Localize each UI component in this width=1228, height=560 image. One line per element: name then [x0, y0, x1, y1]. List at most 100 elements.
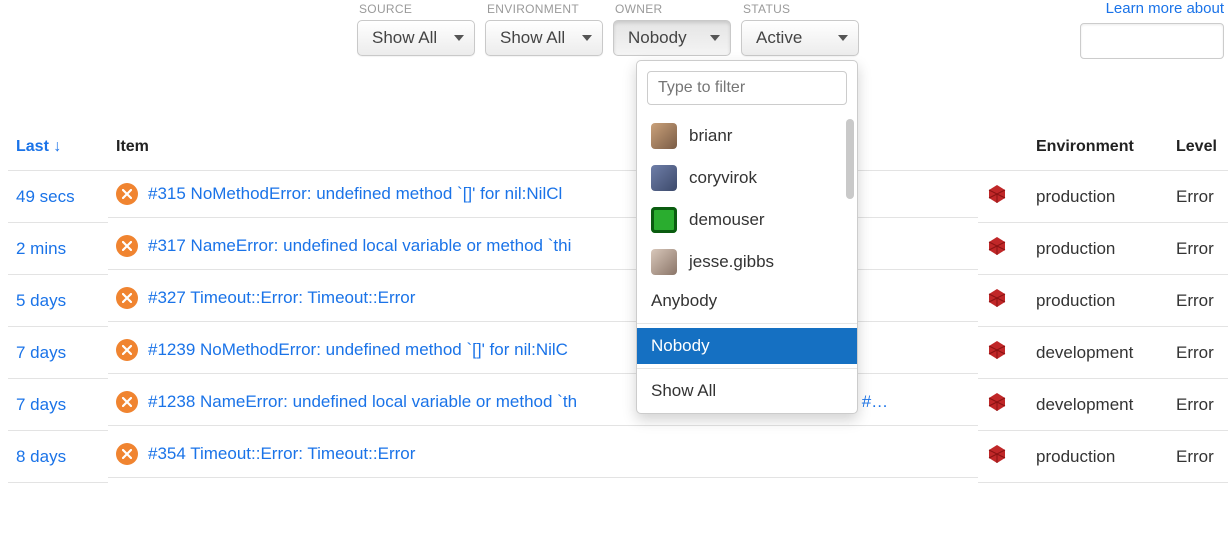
learn-more-link[interactable]: Learn more about: [1106, 0, 1224, 17]
owner-option-user[interactable]: demouser: [637, 199, 857, 241]
error-icon: [116, 443, 138, 465]
filter-label: STATUS: [743, 2, 859, 16]
owner-option-user[interactable]: jesse.gibbs: [637, 241, 857, 283]
row-language: [978, 171, 1028, 223]
avatar: [651, 123, 677, 149]
col-level[interactable]: Level: [1168, 128, 1228, 171]
table-row: 49 secs #315 NoMethodError: undefined met…: [8, 171, 1228, 223]
filter-label: SOURCE: [359, 2, 475, 16]
owner-select[interactable]: Nobody: [613, 20, 731, 56]
items-table-wrap: Last ↓ Item Environment Level 49 secs#31…: [8, 128, 1228, 483]
environment-select[interactable]: Show All: [485, 20, 603, 56]
items-table: Last ↓ Item Environment Level 49 secs#31…: [8, 128, 1228, 483]
filter-toolbar: SOURCE Show All ENVIRONMENT Show All OWN…: [357, 0, 859, 56]
dropdown-divider: [637, 368, 857, 369]
source-select[interactable]: Show All: [357, 20, 475, 56]
row-time[interactable]: 5 days: [8, 275, 108, 327]
dropdown-divider: [637, 323, 857, 324]
row-environment: production: [1028, 431, 1168, 483]
status-select-value: Active: [756, 28, 802, 48]
scrollbar[interactable]: [846, 119, 854, 199]
owner-option-label: jesse.gibbs: [689, 252, 774, 272]
row-level: Error: [1168, 327, 1228, 379]
avatar: [651, 249, 677, 275]
owner-option-user[interactable]: brianr: [637, 115, 857, 157]
avatar: [651, 207, 677, 233]
row-time[interactable]: 8 days: [8, 431, 108, 483]
error-icon: [116, 287, 138, 309]
filter-label: OWNER: [615, 2, 731, 16]
row-level: Error: [1168, 379, 1228, 431]
search-input[interactable]: [1080, 23, 1224, 59]
top-right-panel: Learn more about: [1080, 0, 1224, 59]
item-link[interactable]: #315 NoMethodError: undefined method `[]…: [148, 184, 562, 204]
chevron-down-icon: [838, 35, 848, 41]
row-level: Error: [1168, 431, 1228, 483]
ruby-icon: [986, 339, 1008, 361]
owner-select-value: Nobody: [628, 28, 687, 48]
owner-filter-input[interactable]: [647, 71, 847, 105]
error-icon: [116, 391, 138, 413]
row-level: Error: [1168, 223, 1228, 275]
row-time[interactable]: 2 mins: [8, 223, 108, 275]
row-language: [978, 327, 1028, 379]
chevron-down-icon: [582, 35, 592, 41]
table-row: 2 mins #317 NameError: undefined local va…: [8, 223, 1228, 275]
item-link[interactable]: #354 Timeout::Error: Timeout::Error: [148, 444, 415, 464]
row-environment: production: [1028, 171, 1168, 223]
col-lang: [978, 128, 1028, 171]
ruby-icon: [986, 235, 1008, 257]
owner-option-label: Show All: [651, 381, 716, 401]
status-select[interactable]: Active: [741, 20, 859, 56]
owner-option[interactable]: Show All: [637, 373, 857, 409]
row-environment: development: [1028, 379, 1168, 431]
filter-status: STATUS Active: [741, 0, 859, 56]
row-language: [978, 379, 1028, 431]
chevron-down-icon: [710, 35, 720, 41]
filter-label: ENVIRONMENT: [487, 2, 603, 16]
col-last[interactable]: Last ↓: [8, 128, 108, 171]
filter-source: SOURCE Show All: [357, 0, 475, 56]
owner-option-label: brianr: [689, 126, 732, 146]
avatar: [651, 165, 677, 191]
owner-dropdown: brianr coryvirok demouser jesse.gibbs Anybo…: [636, 60, 858, 414]
row-environment: development: [1028, 327, 1168, 379]
row-level: Error: [1168, 171, 1228, 223]
source-select-value: Show All: [372, 28, 437, 48]
row-item: #354 Timeout::Error: Timeout::Error: [108, 431, 978, 478]
item-link[interactable]: #327 Timeout::Error: Timeout::Error: [148, 288, 415, 308]
row-language: [978, 431, 1028, 483]
owner-dropdown-list: brianr coryvirok demouser jesse.gibbs Anybo…: [637, 115, 857, 409]
error-icon: [116, 235, 138, 257]
ruby-icon: [986, 391, 1008, 413]
owner-option[interactable]: Anybody: [637, 283, 857, 319]
item-link[interactable]: #1238 NameError: undefined local variabl…: [148, 392, 577, 412]
table-row: 7 days #1239 NoMethodError: undefined met…: [8, 327, 1228, 379]
ruby-icon: [986, 287, 1008, 309]
table-row: 5 days #327 Timeout::Error: Timeout::Erro…: [8, 275, 1228, 327]
error-icon: [116, 183, 138, 205]
owner-option[interactable]: Nobody: [637, 328, 857, 364]
owner-option-label: demouser: [689, 210, 765, 230]
chevron-down-icon: [454, 35, 464, 41]
row-time[interactable]: 49 secs: [8, 171, 108, 223]
owner-option-label: Anybody: [651, 291, 717, 311]
ruby-icon: [986, 183, 1008, 205]
error-icon: [116, 339, 138, 361]
owner-option-user[interactable]: coryvirok: [637, 157, 857, 199]
col-env[interactable]: Environment: [1028, 128, 1168, 171]
filter-environment: ENVIRONMENT Show All: [485, 0, 603, 56]
owner-option-label: coryvirok: [689, 168, 757, 188]
table-row: 8 days #354 Timeout::Error: Timeout::Erro…: [8, 431, 1228, 483]
row-environment: production: [1028, 275, 1168, 327]
environment-select-value: Show All: [500, 28, 565, 48]
row-level: Error: [1168, 275, 1228, 327]
filter-owner: OWNER Nobody: [613, 0, 731, 56]
item-link[interactable]: #317 NameError: undefined local variable…: [148, 236, 571, 256]
row-time[interactable]: 7 days: [8, 379, 108, 431]
row-language: [978, 275, 1028, 327]
item-link[interactable]: #1239 NoMethodError: undefined method `[…: [148, 340, 568, 360]
row-time[interactable]: 7 days: [8, 327, 108, 379]
row-environment: production: [1028, 223, 1168, 275]
owner-option-label: Nobody: [651, 336, 710, 356]
